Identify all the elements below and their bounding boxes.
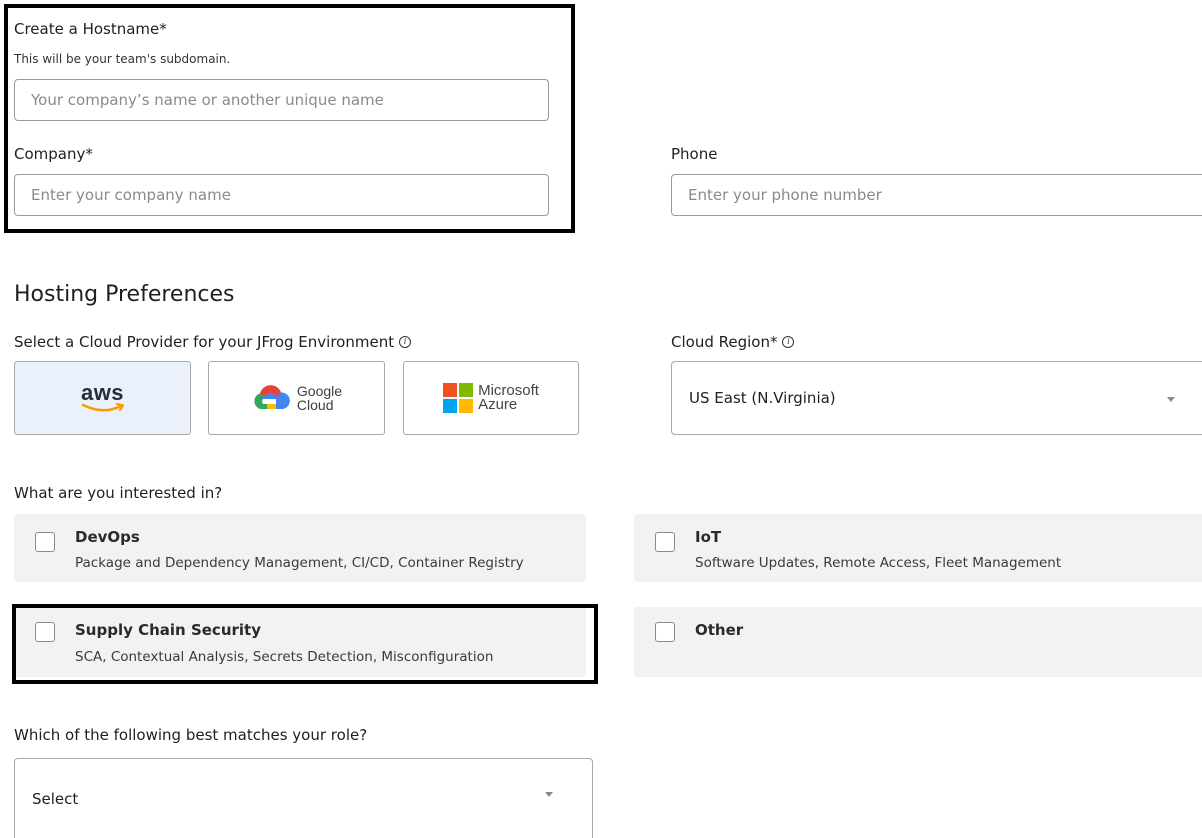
- google-cloud-icon: [254, 385, 290, 409]
- hostname-input[interactable]: Your company’s name or another unique na…: [14, 79, 549, 121]
- role-label: Which of the following best matches your…: [14, 726, 368, 744]
- cloud-provider-label: Select a Cloud Provider for your JFrog E…: [14, 333, 412, 351]
- info-icon[interactable]: i: [782, 335, 795, 348]
- company-input[interactable]: Enter your company name: [14, 174, 549, 216]
- other-checkbox[interactable]: [655, 622, 675, 642]
- devops-title: DevOps: [75, 528, 140, 546]
- cloud-provider-label-text: Select a Cloud Provider for your JFrog E…: [14, 333, 395, 351]
- devops-checkbox[interactable]: [35, 532, 55, 552]
- cloud-region-label-text: Cloud Region*: [671, 333, 778, 351]
- other-title: Other: [695, 621, 744, 639]
- iot-title: IoT: [695, 528, 722, 546]
- aws-logo-text: aws: [80, 380, 125, 405]
- google-cloud-line2: Cloud: [296, 397, 334, 413]
- hostname-helper-text: This will be your team's subdomain.: [14, 52, 231, 66]
- devops-description: Package and Dependency Management, CI/CD…: [75, 555, 524, 571]
- interest-card-iot[interactable]: IoT Software Updates, Remote Access, Fle…: [634, 514, 1202, 582]
- phone-input[interactable]: Enter your phone number: [671, 174, 1202, 216]
- aws-logo: aws: [80, 380, 125, 413]
- company-label: Company*: [14, 145, 93, 163]
- aws-smile-icon: [81, 403, 124, 412]
- role-select-value: Select: [32, 789, 79, 808]
- google-cloud-line1: Google: [296, 383, 343, 399]
- hostname-placeholder: Your company’s name or another unique na…: [31, 91, 384, 109]
- supply-chain-security-title: Supply Chain Security: [75, 621, 261, 639]
- cloud-region-label: Cloud Region* i: [671, 333, 795, 351]
- cloud-region-select[interactable]: US East (N.Virginia): [671, 361, 1202, 435]
- supply-chain-security-description: SCA, Contextual Analysis, Secrets Detect…: [75, 649, 494, 665]
- google-cloud-wordmark: Google Cloud: [297, 384, 342, 412]
- phone-placeholder: Enter your phone number: [688, 186, 882, 204]
- microsoft-icon: [443, 383, 474, 413]
- role-select[interactable]: Select: [14, 758, 593, 838]
- interest-card-devops[interactable]: DevOps Package and Dependency Management…: [14, 514, 586, 582]
- iot-checkbox[interactable]: [655, 532, 675, 552]
- microsoft-azure-wordmark: Microsoft Azure: [478, 383, 539, 413]
- info-icon[interactable]: i: [399, 335, 412, 348]
- interest-card-supply-chain-security[interactable]: Supply Chain Security SCA, Contextual An…: [14, 607, 586, 677]
- company-placeholder: Enter your company name: [31, 186, 231, 204]
- hostname-label: Create a Hostname*: [14, 20, 167, 38]
- hosting-preferences-title: Hosting Preferences: [14, 282, 235, 307]
- iot-description: Software Updates, Remote Access, Fleet M…: [695, 555, 1062, 571]
- google-cloud-logo: Google Cloud: [251, 383, 342, 413]
- supply-chain-security-checkbox[interactable]: [35, 622, 55, 642]
- chevron-down-icon: [1167, 397, 1175, 402]
- provider-microsoft-azure-button[interactable]: Microsoft Azure: [403, 361, 579, 435]
- provider-aws-button[interactable]: aws: [14, 361, 191, 435]
- microsoft-azure-logo: Microsoft Azure: [443, 383, 539, 413]
- cloud-region-value: US East (N.Virginia): [689, 389, 836, 407]
- interest-card-other[interactable]: Other: [634, 607, 1202, 677]
- interests-label: What are you interested in?: [14, 484, 223, 502]
- phone-label: Phone: [671, 145, 718, 163]
- azure-line2: Azure: [478, 396, 518, 413]
- provider-google-cloud-button[interactable]: Google Cloud: [208, 361, 385, 435]
- chevron-down-icon: [545, 792, 553, 797]
